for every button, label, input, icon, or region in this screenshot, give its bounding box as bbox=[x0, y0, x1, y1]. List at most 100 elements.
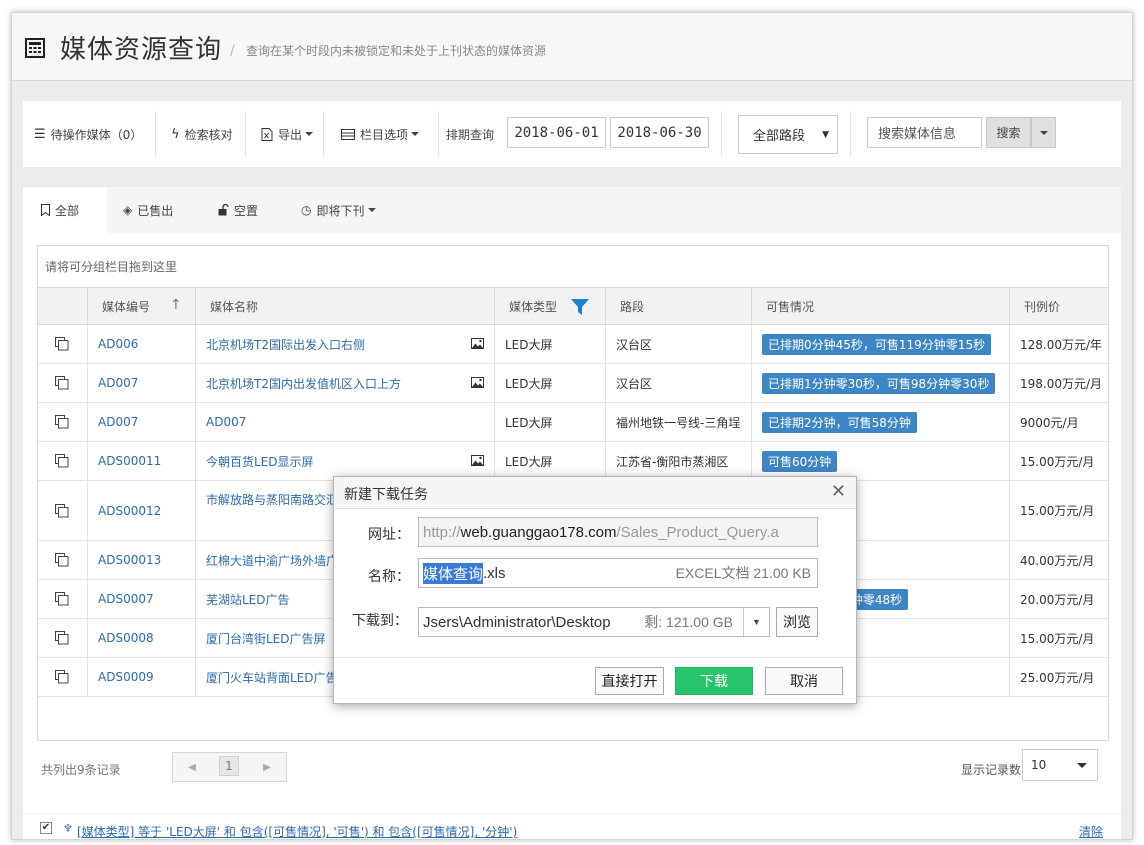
price-cell: 15.00万元/月 bbox=[1009, 442, 1108, 480]
media-id-link[interactable]: ADS00013 bbox=[98, 553, 161, 567]
media-id-link[interactable]: AD007 bbox=[98, 376, 138, 390]
image-icon[interactable] bbox=[471, 455, 484, 466]
chevron-down-icon bbox=[305, 132, 314, 136]
search-button[interactable]: 搜索 bbox=[986, 117, 1031, 148]
media-name-link[interactable]: 北京机场T2国内出发值机区入口上方 bbox=[206, 375, 401, 392]
copy-icon[interactable] bbox=[55, 631, 69, 645]
media-name-link[interactable]: 北京机场T2国际出发入口右侧 bbox=[206, 336, 365, 353]
availability-badge: 已排期2分钟，可售58分钟 bbox=[762, 411, 917, 433]
search-input[interactable]: 搜索媒体信息 bbox=[867, 117, 982, 148]
check-button[interactable]: ϟ 检索核对 bbox=[171, 101, 233, 167]
unlock-icon bbox=[218, 204, 229, 216]
column-header-type[interactable]: 媒体类型 bbox=[494, 288, 605, 325]
tab-all[interactable]: 全部 bbox=[23, 187, 107, 233]
table-row[interactable]: AD007 AD007 LED大屏 福州地铁一号线-三角埕 已排期2分钟，可售58分钟 9… bbox=[38, 403, 1108, 442]
tab-bar: 全部 ◈ 已售出 空置 ◷ 即将下刊 bbox=[23, 187, 1121, 233]
file-info: EXCEL文档 21.00 KB bbox=[675, 565, 811, 581]
column-header-label: 媒体名称 bbox=[210, 300, 259, 314]
price-cell: 20.00万元/月 bbox=[1009, 580, 1108, 618]
open-directly-button[interactable]: 直接打开 bbox=[595, 667, 664, 695]
column-header-road[interactable]: 路段 bbox=[605, 288, 751, 325]
browser-window: 媒体资源查询 / 查询在某个时段内未被锁定和未处于上刊状态的媒体资源 ☰ 待操作… bbox=[11, 12, 1133, 840]
dialog-titlebar: 新建下载任务 ✕ bbox=[334, 477, 856, 509]
column-header-status[interactable]: 可售情况 bbox=[751, 288, 1009, 325]
calculator-icon bbox=[25, 38, 45, 58]
filter-icon[interactable] bbox=[571, 299, 589, 315]
pending-media-button[interactable]: ☰ 待操作媒体（0） bbox=[34, 101, 142, 167]
export-button[interactable]: 导出 bbox=[261, 101, 314, 167]
image-icon[interactable] bbox=[471, 377, 484, 388]
media-id-link[interactable]: AD007 bbox=[98, 415, 138, 429]
column-header-label: 媒体编号 bbox=[102, 300, 151, 314]
toolbar-divider bbox=[721, 111, 722, 157]
copy-icon[interactable] bbox=[55, 337, 69, 351]
media-type-cell: LED大屏 bbox=[494, 325, 605, 363]
media-name-link[interactable]: 红棉大道中渝广场外墙广 bbox=[206, 552, 338, 569]
media-name-cell: 北京机场T2国内出发值机区入口上方 bbox=[195, 364, 494, 402]
column-header-name[interactable]: 媒体名称 bbox=[195, 288, 494, 325]
file-name-input[interactable]: 媒体查询 .xls EXCEL文档 21.00 KB bbox=[418, 558, 818, 588]
current-page[interactable]: 1 bbox=[219, 756, 239, 776]
group-drop-zone[interactable]: 请将可分组栏目拖到这里 bbox=[38, 246, 1108, 288]
media-id-cell: AD006 bbox=[87, 325, 195, 363]
toolbar-divider bbox=[323, 111, 324, 157]
media-name-link[interactable]: AD007 bbox=[206, 415, 246, 429]
media-name-link[interactable]: 今朝百货LED显示屏 bbox=[206, 453, 314, 470]
media-type-cell: LED大屏 bbox=[494, 364, 605, 402]
road-cell: 福州地铁一号线-三角埕 bbox=[605, 403, 751, 441]
media-id-link[interactable]: AD006 bbox=[98, 337, 138, 351]
media-name-link[interactable]: 市解放路与蒸阳南路交汇 bbox=[206, 491, 338, 508]
table-row[interactable]: AD007 北京机场T2国内出发值机区入口上方 LED大屏 汉台区 已排期1分钟零30秒… bbox=[38, 364, 1108, 403]
column-header-label: 刊例价 bbox=[1024, 300, 1061, 314]
date-to-input[interactable]: 2018-06-30 bbox=[610, 117, 709, 148]
row-action-cell bbox=[38, 325, 87, 363]
media-id-link[interactable]: ADS00012 bbox=[98, 504, 161, 518]
close-icon[interactable]: ✕ bbox=[831, 481, 846, 502]
media-id-link[interactable]: ADS0007 bbox=[98, 592, 154, 606]
dropdown-arrow-icon: ▼ bbox=[822, 130, 829, 140]
media-name-link[interactable]: 芜湖站LED广告 bbox=[206, 591, 290, 608]
image-icon[interactable] bbox=[471, 338, 484, 349]
filter-enable-checkbox[interactable]: ✔ bbox=[40, 822, 52, 834]
url-field: http://web.guanggao178.com/Sales_Product… bbox=[418, 517, 818, 547]
column-header-id[interactable]: 媒体编号 ↑ bbox=[87, 288, 195, 325]
copy-icon[interactable] bbox=[55, 415, 69, 429]
copy-icon[interactable] bbox=[55, 376, 69, 390]
copy-icon[interactable] bbox=[55, 670, 69, 684]
columns-button[interactable]: 栏目选项 bbox=[341, 101, 420, 167]
filter-icon: ♆ bbox=[63, 822, 73, 835]
date-from-input[interactable]: 2018-06-01 bbox=[507, 117, 606, 148]
copy-icon[interactable] bbox=[55, 553, 69, 567]
browse-button[interactable]: 浏览 bbox=[776, 607, 818, 637]
save-path-select[interactable]: Jsers\Administrator\Desktop 剩: 121.00 GB… bbox=[418, 607, 770, 637]
media-id-cell: ADS00012 bbox=[87, 481, 195, 540]
media-id-link[interactable]: ADS0008 bbox=[98, 631, 154, 645]
column-header-action bbox=[38, 288, 87, 325]
copy-icon[interactable] bbox=[55, 503, 69, 518]
page-subtitle: 查询在某个时段内未被锁定和未处于上刊状态的媒体资源 bbox=[246, 44, 547, 58]
media-name-link[interactable]: 厦门火车站背面LED广告 bbox=[206, 669, 338, 686]
next-page-button[interactable]: ▶ bbox=[248, 753, 286, 781]
clear-filter-link[interactable]: 清除 bbox=[1079, 823, 1103, 839]
copy-icon[interactable] bbox=[55, 454, 69, 468]
route-select[interactable]: 全部路段 ▼ bbox=[738, 115, 838, 154]
dropdown-arrow-icon[interactable]: ▼ bbox=[743, 608, 769, 636]
column-header-price[interactable]: 刊例价 bbox=[1009, 288, 1108, 325]
tab-sold[interactable]: ◈ 已售出 bbox=[123, 187, 203, 233]
table-row[interactable]: AD006 北京机场T2国际出发入口右侧 LED大屏 汉台区 已排期0分钟45秒，可售1… bbox=[38, 325, 1108, 364]
tab-vacant[interactable]: 空置 bbox=[218, 187, 288, 233]
row-action-cell bbox=[38, 658, 87, 696]
filter-expression-link[interactable]: [媒体类型] 等于 'LED大屏' 和 包含([可售情况], '可售') 和 包… bbox=[77, 823, 517, 839]
search-dropdown-button[interactable] bbox=[1031, 117, 1056, 148]
media-name-link[interactable]: 厦门台湾街LED广告屏 bbox=[206, 630, 326, 647]
per-page-select[interactable]: 10 bbox=[1022, 749, 1098, 781]
prev-page-button[interactable]: ◀ bbox=[173, 753, 211, 781]
tab-expiring[interactable]: ◷ 即将下刊 bbox=[301, 187, 391, 233]
media-id-link[interactable]: ADS00011 bbox=[98, 454, 161, 468]
group-hint: 请将可分组栏目拖到这里 bbox=[45, 260, 178, 274]
cancel-button[interactable]: 取消 bbox=[765, 667, 843, 695]
media-id-link[interactable]: ADS0009 bbox=[98, 670, 154, 684]
bookmark-icon bbox=[41, 204, 50, 216]
copy-icon[interactable] bbox=[55, 592, 69, 606]
download-button[interactable]: 下载 bbox=[675, 667, 753, 695]
